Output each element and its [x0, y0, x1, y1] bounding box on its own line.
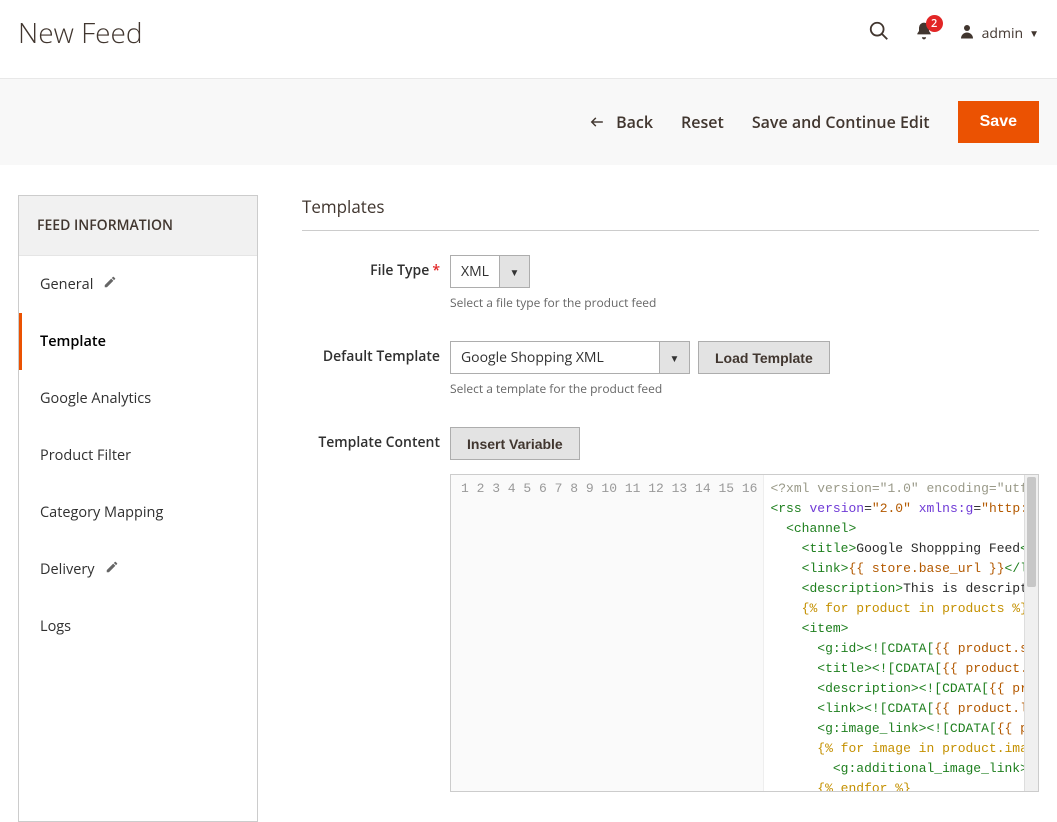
section-title: Templates: [302, 195, 1039, 231]
sidebar-item-template[interactable]: Template: [19, 313, 257, 370]
code-content[interactable]: <?xml version="1.0" encoding="utf-8" ?> …: [764, 475, 1024, 791]
chevron-down-icon: ▼: [499, 256, 529, 287]
notification-count: 2: [926, 15, 943, 32]
sidebar-item-google-analytics[interactable]: Google Analytics: [19, 370, 257, 427]
user-name-label: admin: [982, 24, 1023, 43]
sidebar-item-label: Google Analytics: [40, 389, 151, 408]
search-icon[interactable]: [868, 20, 890, 47]
sidebar-header: FEED INFORMATION: [19, 196, 257, 256]
reset-button[interactable]: Reset: [681, 111, 724, 133]
save-button[interactable]: Save: [958, 101, 1039, 143]
file-type-label: File Type*: [302, 255, 450, 311]
sidebar-item-label: Product Filter: [40, 446, 131, 465]
sidebar-item-label: Delivery: [40, 560, 95, 579]
page-title: New Feed: [18, 14, 868, 52]
sidebar: FEED INFORMATION General Template Google A…: [18, 195, 258, 822]
sidebar-item-category-mapping[interactable]: Category Mapping: [19, 484, 257, 541]
default-template-note: Select a template for the product feed: [450, 380, 1039, 397]
sidebar-item-logs[interactable]: Logs: [19, 598, 257, 655]
default-template-value: Google Shopping XML: [451, 342, 659, 373]
default-template-select[interactable]: Google Shopping XML ▼: [450, 341, 690, 374]
sidebar-item-label: Template: [40, 332, 106, 351]
file-type-value: XML: [451, 256, 499, 287]
load-template-button[interactable]: Load Template: [698, 341, 830, 374]
code-scrollbar[interactable]: [1024, 475, 1038, 791]
scrollbar-thumb[interactable]: [1027, 477, 1036, 587]
template-code-editor[interactable]: 1 2 3 4 5 6 7 8 9 10 11 12 13 14 15 16 <…: [450, 474, 1039, 792]
chevron-down-icon: ▼: [659, 342, 689, 373]
pencil-icon: [103, 275, 117, 294]
pencil-icon: [105, 560, 119, 579]
back-label: Back: [616, 111, 653, 133]
file-type-note: Select a file type for the product feed: [450, 294, 1039, 311]
user-menu[interactable]: admin ▼: [958, 22, 1039, 45]
file-type-select[interactable]: XML ▼: [450, 255, 530, 288]
sidebar-item-label: Logs: [40, 617, 71, 636]
code-gutter: 1 2 3 4 5 6 7 8 9 10 11 12 13 14 15 16: [451, 475, 764, 791]
user-icon: [958, 22, 976, 45]
sidebar-item-delivery[interactable]: Delivery: [19, 541, 257, 598]
notifications-button[interactable]: 2: [914, 21, 934, 46]
save-continue-button[interactable]: Save and Continue Edit: [752, 111, 930, 133]
sidebar-item-general[interactable]: General: [19, 256, 257, 313]
back-button[interactable]: Back: [588, 111, 653, 133]
sidebar-item-label: Category Mapping: [40, 503, 163, 522]
template-content-label: Template Content: [302, 427, 450, 792]
sidebar-item-product-filter[interactable]: Product Filter: [19, 427, 257, 484]
default-template-label: Default Template: [302, 341, 450, 397]
sidebar-item-label: General: [40, 275, 93, 294]
action-bar: Back Reset Save and Continue Edit Save: [0, 78, 1057, 165]
chevron-down-icon: ▼: [1029, 26, 1039, 40]
insert-variable-button[interactable]: Insert Variable: [450, 427, 580, 460]
